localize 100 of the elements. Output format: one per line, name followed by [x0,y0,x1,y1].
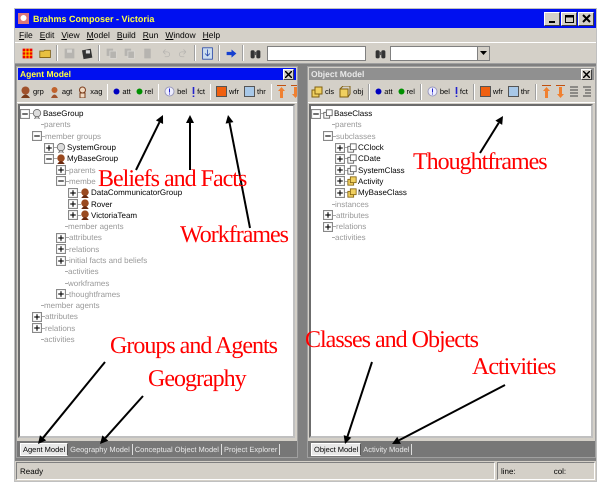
dot-icon [398,88,405,95]
tree-item[interactable]: CClock [357,143,384,152]
panel-title: Agent Model [20,69,71,79]
tree-item[interactable]: MyBaseGroup [66,154,118,164]
head-icon [56,154,66,164]
expand-toggle[interactable] [335,165,345,176]
menu-item[interactable]: Help [202,30,220,40]
exclamation-icon [192,86,196,96]
tree-item[interactable]: BaseClass [333,109,372,118]
tree-item[interactable]: Rover [90,200,112,209]
tree-item[interactable]: MyBaseClass [357,188,407,198]
menu-item[interactable]: Model [86,30,110,40]
cubes-icon [347,154,357,164]
expand-toggle[interactable] [44,142,54,153]
cubes-icon [347,142,357,153]
minimize-button[interactable] [544,12,560,26]
expand-toggle[interactable] [32,312,42,322]
close-button[interactable] [283,68,294,80]
expand-toggle[interactable] [32,323,42,334]
cubes-icon [323,108,333,119]
grid-icon [20,46,34,60]
compile-button[interactable] [199,44,215,62]
arrow-up-icon [276,85,286,98]
menu-item[interactable]: Window [165,30,196,40]
arrow-up-icon [542,85,551,98]
annotation-arrow [186,115,194,170]
close-button[interactable] [581,68,592,80]
square-icon [508,86,519,97]
expand-toggle[interactable] [335,188,345,198]
minimize-icon [549,20,555,22]
menu-item[interactable]: Edit [40,30,54,40]
download-icon [200,46,214,60]
expand-toggle[interactable] [335,176,345,186]
expand-toggle[interactable] [68,188,78,198]
dot-icon [136,88,143,95]
collapse-toggle[interactable] [44,154,54,164]
indent-button[interactable] [582,86,591,97]
head-icon [20,86,31,98]
annotation-arrow [135,115,164,170]
close-icon [582,14,590,22]
head-icon [56,142,66,153]
collapse-toggle[interactable] [323,131,333,142]
menu-item[interactable]: Build [116,30,136,40]
exclamation-circle-icon [164,86,176,97]
annotation-arrow [479,116,503,154]
arrow-down-icon [556,85,565,98]
move-down-button[interactable] [556,85,565,98]
head-icon [80,210,90,220]
tree-item[interactable]: Activity [357,176,384,186]
maximize-icon [564,14,574,22]
dot-icon [375,88,382,95]
maximize-button[interactable] [561,12,577,26]
collapse-toggle[interactable] [32,131,42,142]
search-combo-box[interactable] [390,46,490,60]
exclamation-icon [454,86,458,96]
expand-toggle[interactable] [335,142,345,153]
pages-icon [122,46,136,60]
tree-item[interactable]: DataCommunicatorGroup [90,188,182,198]
expand-toggle[interactable] [68,199,78,210]
menu-item[interactable]: View [61,30,80,40]
tree-item[interactable]: CDate [357,154,381,164]
close-button[interactable] [578,12,594,26]
move-up-button[interactable] [542,85,551,98]
pages-icon [104,46,118,60]
expand-toggle[interactable] [56,244,66,254]
tree-item[interactable]: SystemClass [357,166,405,175]
annotation-label: Activities [472,358,556,377]
tree-item[interactable]: VictoriaTeam [90,210,138,220]
expand-toggle[interactable] [68,210,78,220]
expand-toggle[interactable] [56,289,66,300]
cubes-icon [311,86,323,98]
move-up-button[interactable] [276,85,286,98]
square-icon [244,86,255,97]
menu-item[interactable]: File [19,30,33,40]
column-label: col: [554,466,566,476]
expand-toggle[interactable] [323,210,333,220]
move-down-button[interactable] [290,85,297,98]
cubes-icon [347,176,357,186]
collapse-toggle[interactable] [20,108,30,119]
tree-item[interactable]: SystemGroup [66,143,116,152]
search-field[interactable] [267,46,366,60]
list-button[interactable] [570,86,578,97]
collapse-toggle[interactable] [56,176,66,186]
arrow-right-icon [224,46,238,60]
expand-toggle[interactable] [323,222,333,232]
dropdown-arrow-icon [480,51,487,55]
square-icon [216,86,227,97]
tree-item[interactable]: BaseGroup [42,109,84,118]
cubes-icon [347,165,357,176]
line-label: line: [501,466,516,476]
expand-toggle[interactable] [56,232,66,243]
head-icon [32,108,42,119]
exclamation-circle-icon [426,86,438,97]
expand-toggle[interactable] [56,256,66,266]
menu-item[interactable]: Run [142,30,158,40]
cubes-icon [347,188,357,198]
head-icon [80,188,90,198]
collapse-toggle[interactable] [311,108,321,119]
expand-toggle[interactable] [335,154,345,164]
expand-toggle[interactable] [56,165,66,176]
